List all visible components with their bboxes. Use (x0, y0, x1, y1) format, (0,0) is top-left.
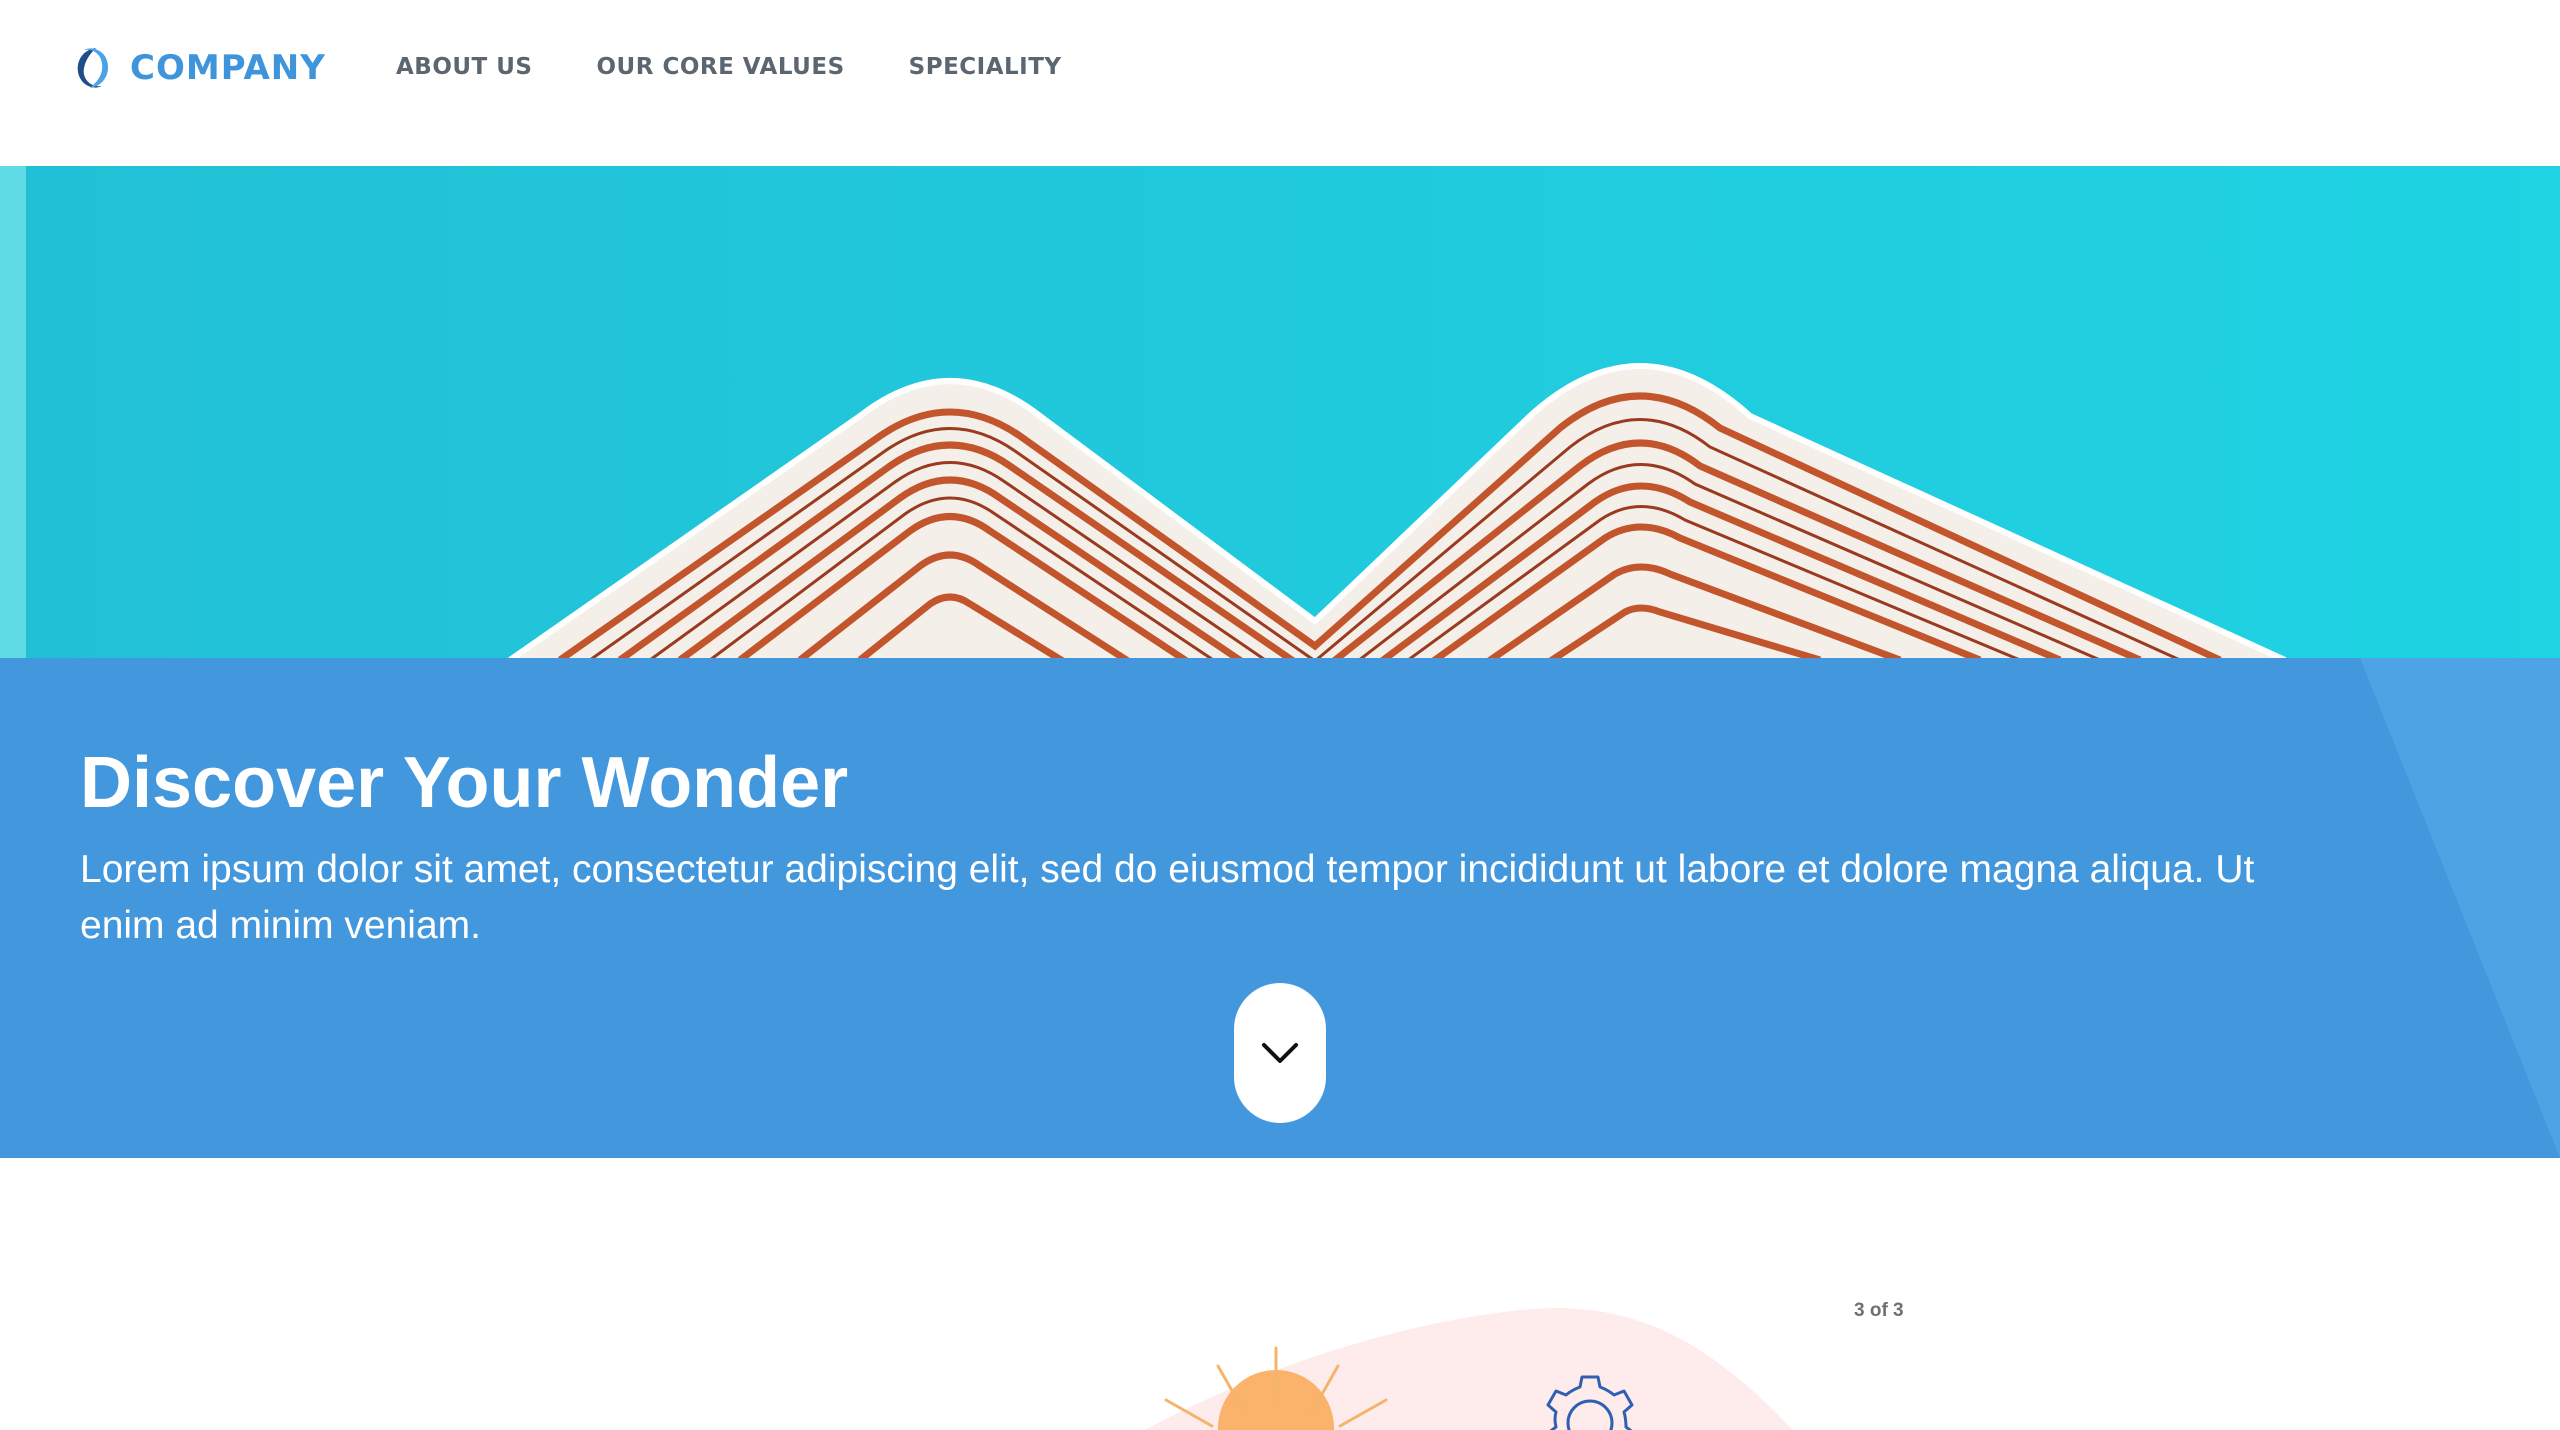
hero-description: Lorem ipsum dolor sit amet, consectetur … (80, 848, 2255, 947)
hero-section: Discover Your Wonder Lorem ipsum dolor s… (0, 166, 2560, 1158)
values-illustration (1144, 1308, 1793, 1430)
nav-core-values[interactable]: OUR CORE VALUES (597, 54, 845, 80)
main-nav: ABOUT US OUR CORE VALUES SPECIALITY (396, 54, 1126, 80)
slide-counter: 3 of 3 (1854, 1300, 1904, 1321)
hero-building-image (0, 166, 2560, 660)
values-section: 3 of 3 (0, 1158, 2560, 1430)
nav-about-us[interactable]: ABOUT US (396, 54, 533, 80)
company-logo-icon (77, 48, 109, 88)
hero-title: Discover Your Wonder (80, 743, 849, 823)
scroll-down-button[interactable] (1234, 983, 1326, 1123)
company-name: COMPANY (130, 48, 326, 88)
site-header: COMPANY ABOUT US OUR CORE VALUES SPECIAL… (0, 0, 2560, 166)
nav-speciality[interactable]: SPECIALITY (909, 54, 1062, 80)
chevron-down-icon (1262, 1043, 1298, 1063)
company-logo[interactable]: COMPANY (70, 44, 326, 92)
